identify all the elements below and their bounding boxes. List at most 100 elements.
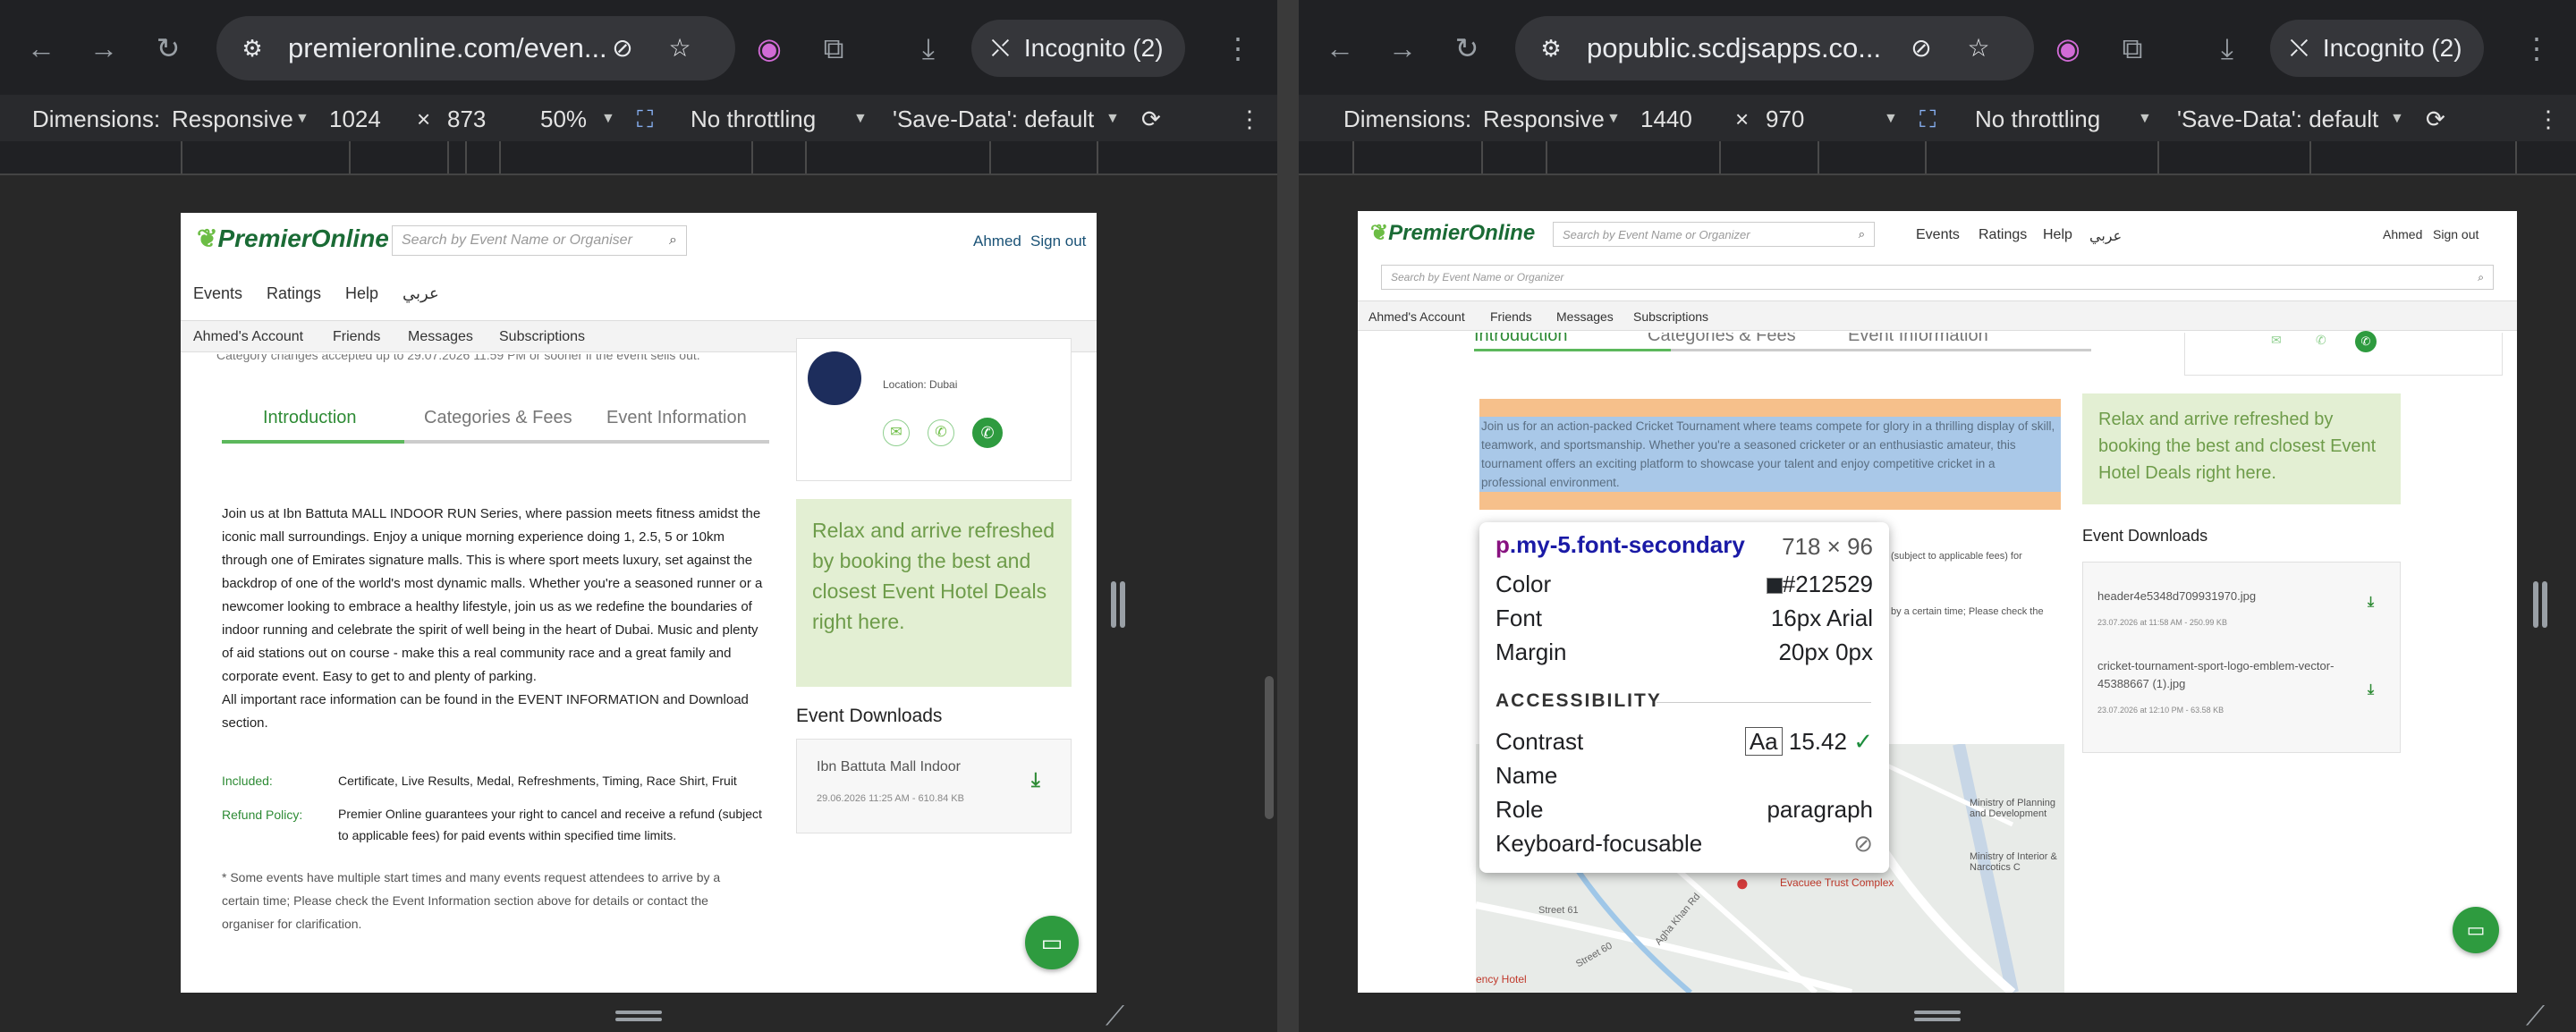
device-select[interactable]: Responsive (1483, 106, 1605, 133)
resize-handle-right[interactable] (2533, 581, 2538, 628)
device-posture-icon[interactable]: ⛶ (1919, 106, 1936, 134)
search-icon[interactable]: ⌕ (669, 233, 677, 249)
file-name-1[interactable]: header4e5348d709931970.jpg (2097, 589, 2256, 603)
incognito-chip[interactable]: ⛌ Incognito (2) (971, 20, 1185, 77)
resize-handle-right[interactable] (1111, 581, 1116, 628)
hotel-deals-banner[interactable]: Relax and arrive refreshed by booking th… (2082, 393, 2401, 504)
device-posture-icon[interactable]: ⛶ (637, 106, 653, 134)
user-link[interactable]: Ahmed (2383, 227, 2422, 241)
email-icon[interactable]: ✉ (2271, 333, 2282, 348)
download-icon[interactable]: ⤓ (2209, 30, 2245, 66)
resize-handle-right[interactable] (2542, 581, 2547, 628)
forward-icon[interactable]: → (86, 30, 122, 66)
tab-categories-fees[interactable]: Categories & Fees (1648, 333, 1796, 346)
download-file-icon[interactable]: ⤓ (2368, 595, 2374, 611)
eye-off-icon[interactable]: ⊘ (606, 32, 639, 64)
menu-dots-icon[interactable]: ⋮ (2519, 30, 2555, 66)
reload-icon[interactable]: ↻ (150, 30, 186, 66)
zoom-select[interactable]: 50% (540, 106, 587, 133)
subnav-account[interactable]: Ahmed's Account (1368, 309, 1465, 324)
extensions-icon[interactable]: ⧉ (2114, 30, 2150, 66)
signout-link[interactable]: Sign out (1030, 233, 1086, 250)
download-file-icon[interactable]: ⤓ (2368, 682, 2374, 698)
subnav-friends[interactable]: Friends (333, 329, 380, 345)
rotate-icon[interactable]: ⟳ (2426, 106, 2445, 133)
map-pin-icon[interactable]: ● (1735, 869, 1750, 897)
menu-dots-icon[interactable]: ⋮ (1220, 30, 1256, 66)
nav-ratings[interactable]: Ratings (1979, 227, 2027, 243)
incognito-chip[interactable]: ⛌ Incognito (2) (2270, 20, 2484, 77)
bookmark-star-icon[interactable]: ☆ (664, 32, 696, 64)
save-data-select[interactable]: 'Save-Data': default (2177, 106, 2378, 133)
nav-help[interactable]: Help (345, 284, 378, 303)
eye-off-icon[interactable]: ⊘ (1905, 32, 1937, 64)
search-input[interactable]: Search by Event Name or Organiser ⌕ (392, 225, 687, 256)
search-input[interactable]: Search by Event Name or Organizer ⌕ (1553, 222, 1875, 247)
nav-arabic[interactable]: عربي (2089, 227, 2122, 245)
nav-events[interactable]: Events (1916, 227, 1960, 243)
resize-handle-bottom[interactable] (615, 1018, 662, 1021)
tab-introduction[interactable]: Introduction (1474, 333, 1568, 346)
resize-handle-bottom[interactable] (1914, 1011, 1961, 1014)
reload-icon[interactable]: ↻ (1449, 30, 1485, 66)
resize-handle-bottom[interactable] (1914, 1018, 1961, 1021)
phone-icon[interactable]: ✆ (2316, 333, 2326, 348)
subnav-messages[interactable]: Messages (1556, 309, 1614, 324)
nav-help[interactable]: Help (2043, 227, 2072, 243)
hotel-deals-banner[interactable]: Relax and arrive refreshed by booking th… (796, 499, 1072, 687)
tab-introduction[interactable]: Introduction (263, 408, 357, 428)
back-icon[interactable]: ← (1322, 30, 1358, 66)
site-info-icon[interactable]: ⚙ (236, 32, 268, 64)
bookmark-star-icon[interactable]: ☆ (1962, 32, 1995, 64)
height-input[interactable]: 873 (447, 106, 486, 133)
site-info-icon[interactable]: ⚙ (1535, 32, 1567, 64)
scrollbar[interactable] (1265, 676, 1274, 819)
search-icon[interactable]: ⌕ (2478, 271, 2484, 284)
nav-arabic[interactable]: عربي (402, 284, 439, 303)
device-menu-icon[interactable]: ⋮ (2537, 106, 2560, 133)
user-link[interactable]: Ahmed (973, 233, 1021, 250)
throttle-select[interactable]: No throttling (691, 106, 816, 133)
subnav-friends[interactable]: Friends (1490, 309, 1532, 324)
nav-ratings[interactable]: Ratings (267, 284, 321, 303)
height-input[interactable]: 970 (1766, 106, 1804, 133)
extension-color-icon[interactable]: ◉ (751, 30, 787, 66)
tab-event-information[interactable]: Event Information (606, 408, 747, 428)
subnav-account[interactable]: Ahmed's Account (193, 329, 303, 345)
whatsapp-icon[interactable]: ✆ (972, 418, 1003, 448)
resize-corner-icon[interactable]: ⟋ (1106, 1002, 1124, 1032)
tab-event-information[interactable]: Event Information (1848, 333, 1988, 346)
tab-categories-fees[interactable]: Categories & Fees (424, 408, 572, 428)
device-menu-icon[interactable]: ⋮ (1238, 106, 1261, 133)
chat-icon[interactable]: ▭ (2453, 907, 2499, 953)
search-icon[interactable]: ⌕ (1859, 227, 1865, 241)
address-bar[interactable]: ⚙ premieronline.com/even... ⊘ ☆ (216, 16, 735, 80)
signout-link[interactable]: Sign out (2433, 227, 2479, 241)
device-select[interactable]: Responsive (172, 106, 293, 133)
chat-icon[interactable]: ▭ (1025, 916, 1079, 969)
file-name-2[interactable]: cricket-tournament-sport-logo-emblem-vec… (2097, 657, 2348, 693)
extensions-icon[interactable]: ⧉ (816, 30, 852, 66)
save-data-select[interactable]: 'Save-Data': default (893, 106, 1094, 133)
width-input[interactable]: 1024 (329, 106, 381, 133)
mobile-search-input[interactable]: Search by Event Name or Organizer ⌕ (1381, 265, 2494, 290)
whatsapp-icon[interactable]: ✆ (2355, 331, 2377, 352)
extension-color-icon[interactable]: ◉ (2050, 30, 2086, 66)
site-logo[interactable]: ❦ PremierOnline (197, 224, 389, 253)
subnav-messages[interactable]: Messages (408, 329, 473, 345)
email-icon[interactable]: ✉ (883, 419, 910, 446)
forward-icon[interactable]: → (1385, 30, 1420, 66)
download-file-icon[interactable]: ⤓ (1031, 768, 1040, 791)
site-logo[interactable]: ❦ PremierOnline (1370, 220, 1535, 246)
subnav-subscriptions[interactable]: Subscriptions (499, 329, 585, 345)
resize-handle-bottom[interactable] (615, 1011, 662, 1014)
nav-events[interactable]: Events (193, 284, 242, 303)
resize-handle-right[interactable] (1120, 581, 1125, 628)
address-bar[interactable]: ⚙ popublic.scdjsapps.co... ⊘ ☆ (1515, 16, 2034, 80)
throttle-select[interactable]: No throttling (1975, 106, 2100, 133)
back-icon[interactable]: ← (23, 30, 59, 66)
rotate-icon[interactable]: ⟳ (1141, 106, 1161, 133)
subnav-subscriptions[interactable]: Subscriptions (1633, 309, 1708, 324)
resize-corner-icon[interactable]: ⟋ (2526, 1002, 2545, 1032)
width-input[interactable]: 1440 (1640, 106, 1692, 133)
